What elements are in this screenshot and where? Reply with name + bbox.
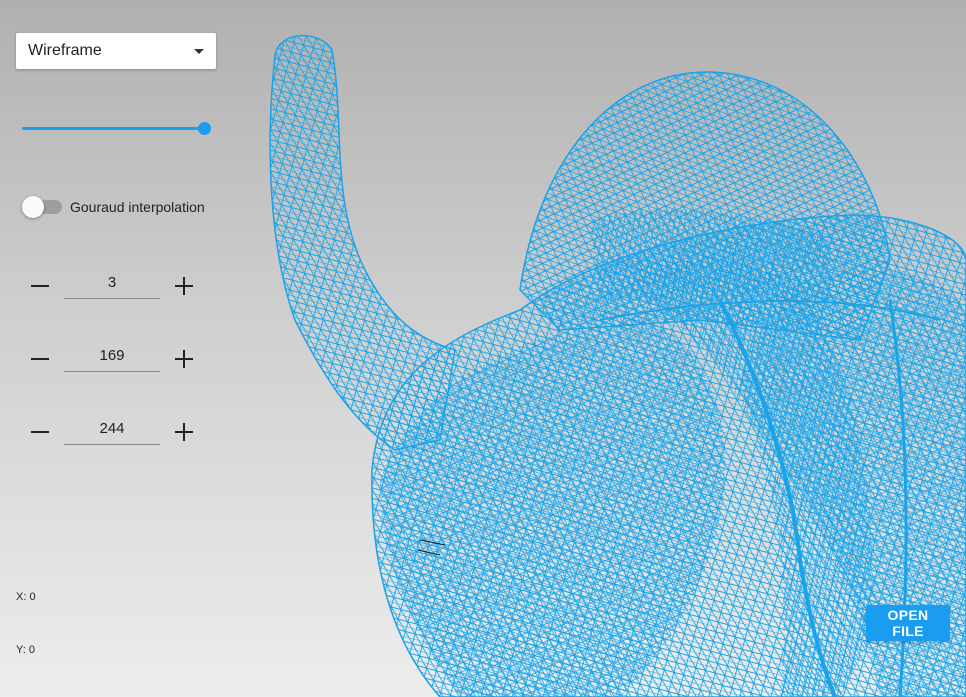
y-coordinate: Y: 0: [16, 644, 35, 656]
stepper-2: [28, 339, 198, 379]
stepper-1-input[interactable]: [64, 266, 160, 299]
slider-thumb[interactable]: [198, 122, 211, 135]
plus-icon[interactable]: [172, 274, 196, 298]
gouraud-label: Gouraud interpolation: [70, 199, 205, 215]
toggle-knob: [22, 196, 44, 218]
stepper-1: [28, 266, 198, 306]
minus-icon[interactable]: [28, 347, 52, 371]
render-mode-value: Wireframe: [28, 42, 102, 59]
stepper-3: [28, 412, 198, 452]
gouraud-toggle-row: Gouraud interpolation: [22, 196, 205, 218]
gouraud-toggle[interactable]: [22, 196, 62, 218]
minus-icon[interactable]: [28, 274, 52, 298]
minus-icon[interactable]: [28, 420, 52, 444]
plus-icon[interactable]: [172, 420, 196, 444]
stepper-3-input[interactable]: [64, 412, 160, 445]
stepper-2-input[interactable]: [64, 339, 160, 372]
render-mode-select[interactable]: Wireframe: [16, 33, 216, 69]
open-file-button[interactable]: OPEN FILE: [866, 605, 950, 641]
chevron-down-icon: [194, 48, 204, 54]
plus-icon[interactable]: [172, 347, 196, 371]
x-coordinate: X: 0: [16, 591, 36, 603]
slider-fill: [22, 127, 204, 130]
detail-slider[interactable]: [22, 118, 212, 138]
